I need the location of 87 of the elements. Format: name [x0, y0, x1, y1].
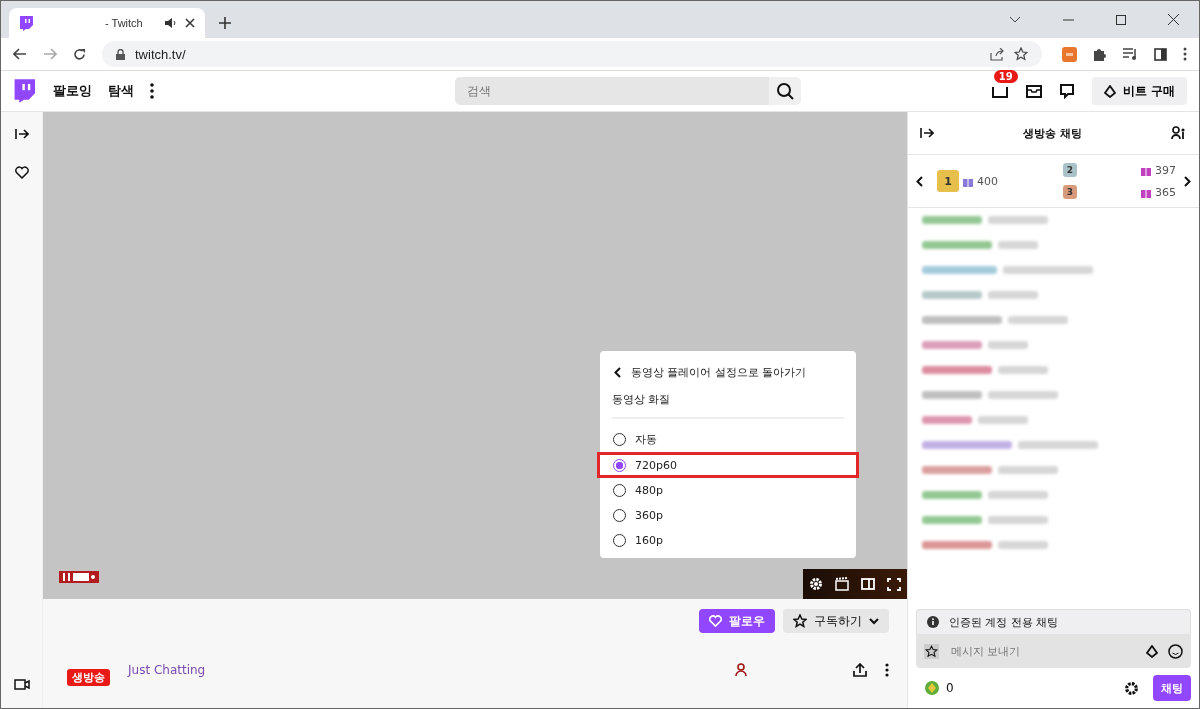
quality-option[interactable]: 480p — [612, 478, 844, 503]
points-count: 0 — [946, 681, 954, 695]
subscribe-button[interactable]: 구독하기 — [783, 609, 889, 633]
person-icon — [735, 663, 747, 676]
notification-count: 19 — [993, 70, 1018, 83]
quality-option[interactable]: 360p — [612, 503, 844, 528]
chevron-left-icon — [614, 367, 621, 378]
close-icon[interactable] — [185, 18, 195, 28]
back-to-settings-button[interactable]: 동영상 플레이어 설정으로 돌아가기 — [612, 361, 809, 384]
chat-bubble-icon[interactable] — [1059, 83, 1074, 99]
get-bits-button[interactable]: 비트 구매 — [1091, 77, 1187, 105]
option-label: 360p — [635, 509, 663, 522]
star-icon — [793, 614, 807, 628]
twitch-logo-icon[interactable] — [13, 79, 35, 103]
share-icon[interactable] — [990, 47, 1004, 61]
mail-icon[interactable] — [1025, 84, 1042, 98]
option-label: 160p — [635, 534, 663, 547]
side-panel-icon[interactable] — [1154, 47, 1167, 61]
points-icon[interactable] — [924, 680, 940, 696]
browser-tab[interactable]: - Twitch — [9, 8, 205, 38]
gem-icon — [1103, 84, 1116, 98]
quality-option[interactable]: 자동 — [612, 427, 844, 452]
option-label: 480p — [635, 484, 663, 497]
chevron-left-icon[interactable] — [916, 175, 923, 187]
chat-input[interactable]: 메시지 보내기 — [949, 644, 1136, 658]
clapperboard-icon[interactable] — [835, 577, 849, 591]
users-icon[interactable] — [1171, 126, 1187, 140]
back-icon[interactable] — [13, 48, 27, 60]
info-icon — [927, 616, 939, 628]
more-icon[interactable] — [150, 83, 154, 99]
menu-title: 동영상 화질 — [612, 384, 844, 419]
notice-text: 인증된 계정 전용 채팅 — [949, 614, 1059, 630]
more-icon[interactable] — [885, 662, 889, 677]
theatre-mode-icon[interactable] — [861, 578, 875, 590]
gift-count: 365 — [1155, 185, 1176, 199]
extension-icon[interactable] — [1062, 46, 1077, 62]
collapse-icon[interactable] — [920, 127, 934, 139]
maximize-icon[interactable] — [1116, 14, 1126, 25]
gift-rank-badge: 2 — [1063, 163, 1077, 177]
search-button[interactable] — [768, 77, 801, 105]
reload-icon[interactable] — [73, 47, 86, 61]
follow-button[interactable]: 팔로우 — [699, 609, 775, 633]
option-label: 720p60 — [635, 458, 677, 472]
heart-icon[interactable] — [14, 166, 29, 179]
category-link[interactable]: Just Chatting — [128, 662, 206, 677]
new-tab-icon[interactable] — [219, 17, 231, 29]
gift-rank-badge: 3 — [1063, 185, 1077, 199]
video-camera-icon[interactable] — [13, 679, 30, 690]
gift-count: 400 — [977, 174, 998, 188]
gift-count: 397 — [1155, 163, 1176, 177]
twitch-logo-icon — [19, 15, 33, 31]
highlighted-quality-option[interactable]: 720p60 — [597, 452, 859, 478]
nav-link[interactable]: 팔로잉 — [53, 82, 92, 100]
fullscreen-icon[interactable] — [887, 577, 901, 591]
quality-option[interactable]: 160p — [612, 528, 844, 553]
url-text: twitch.tv/ — [135, 46, 186, 62]
star-icon[interactable] — [1014, 47, 1028, 61]
settings-icon[interactable] — [1124, 680, 1139, 696]
live-badge: 생방송 — [67, 669, 110, 686]
chat-title: 생방송 채팅 — [1023, 125, 1082, 141]
tab-title: - Twitch — [104, 17, 144, 29]
nav-link[interactable]: 탐색 — [108, 82, 134, 100]
puzzle-icon[interactable] — [1093, 47, 1107, 61]
expand-icon[interactable] — [14, 128, 29, 140]
chat-send-button[interactable]: 채팅 — [1153, 675, 1191, 701]
chevron-down-icon[interactable] — [1009, 15, 1021, 24]
video-player[interactable]: 동영상 플레이어 설정으로 돌아가기 동영상 화질 자동 720p60 480p 360p 160p — [43, 112, 907, 599]
search-field[interactable]: 검색 — [454, 77, 769, 105]
heart-icon — [709, 615, 722, 627]
kebab-menu-icon[interactable] — [1183, 47, 1187, 61]
address-bar[interactable]: twitch.tv/ — [102, 41, 1042, 67]
chat-input-bar[interactable]: 메시지 보내기 — [916, 634, 1191, 668]
option-label: 자동 — [635, 432, 657, 447]
media-icon[interactable] — [1123, 48, 1138, 60]
search-icon — [775, 82, 794, 100]
chevron-down-icon — [869, 617, 879, 625]
emoji-icon[interactable] — [1168, 643, 1183, 659]
lock-icon — [116, 48, 125, 60]
speaker-icon[interactable] — [165, 18, 177, 28]
close-icon[interactable] — [1168, 14, 1179, 25]
share-icon[interactable] — [853, 662, 867, 677]
gem-icon[interactable] — [1146, 644, 1158, 658]
minimize-icon[interactable] — [1063, 18, 1074, 21]
radio-button[interactable] — [613, 458, 626, 472]
star-icon[interactable] — [924, 643, 939, 659]
gift-rank-badge: 1 — [937, 170, 959, 192]
chevron-right-icon[interactable] — [1184, 175, 1191, 187]
